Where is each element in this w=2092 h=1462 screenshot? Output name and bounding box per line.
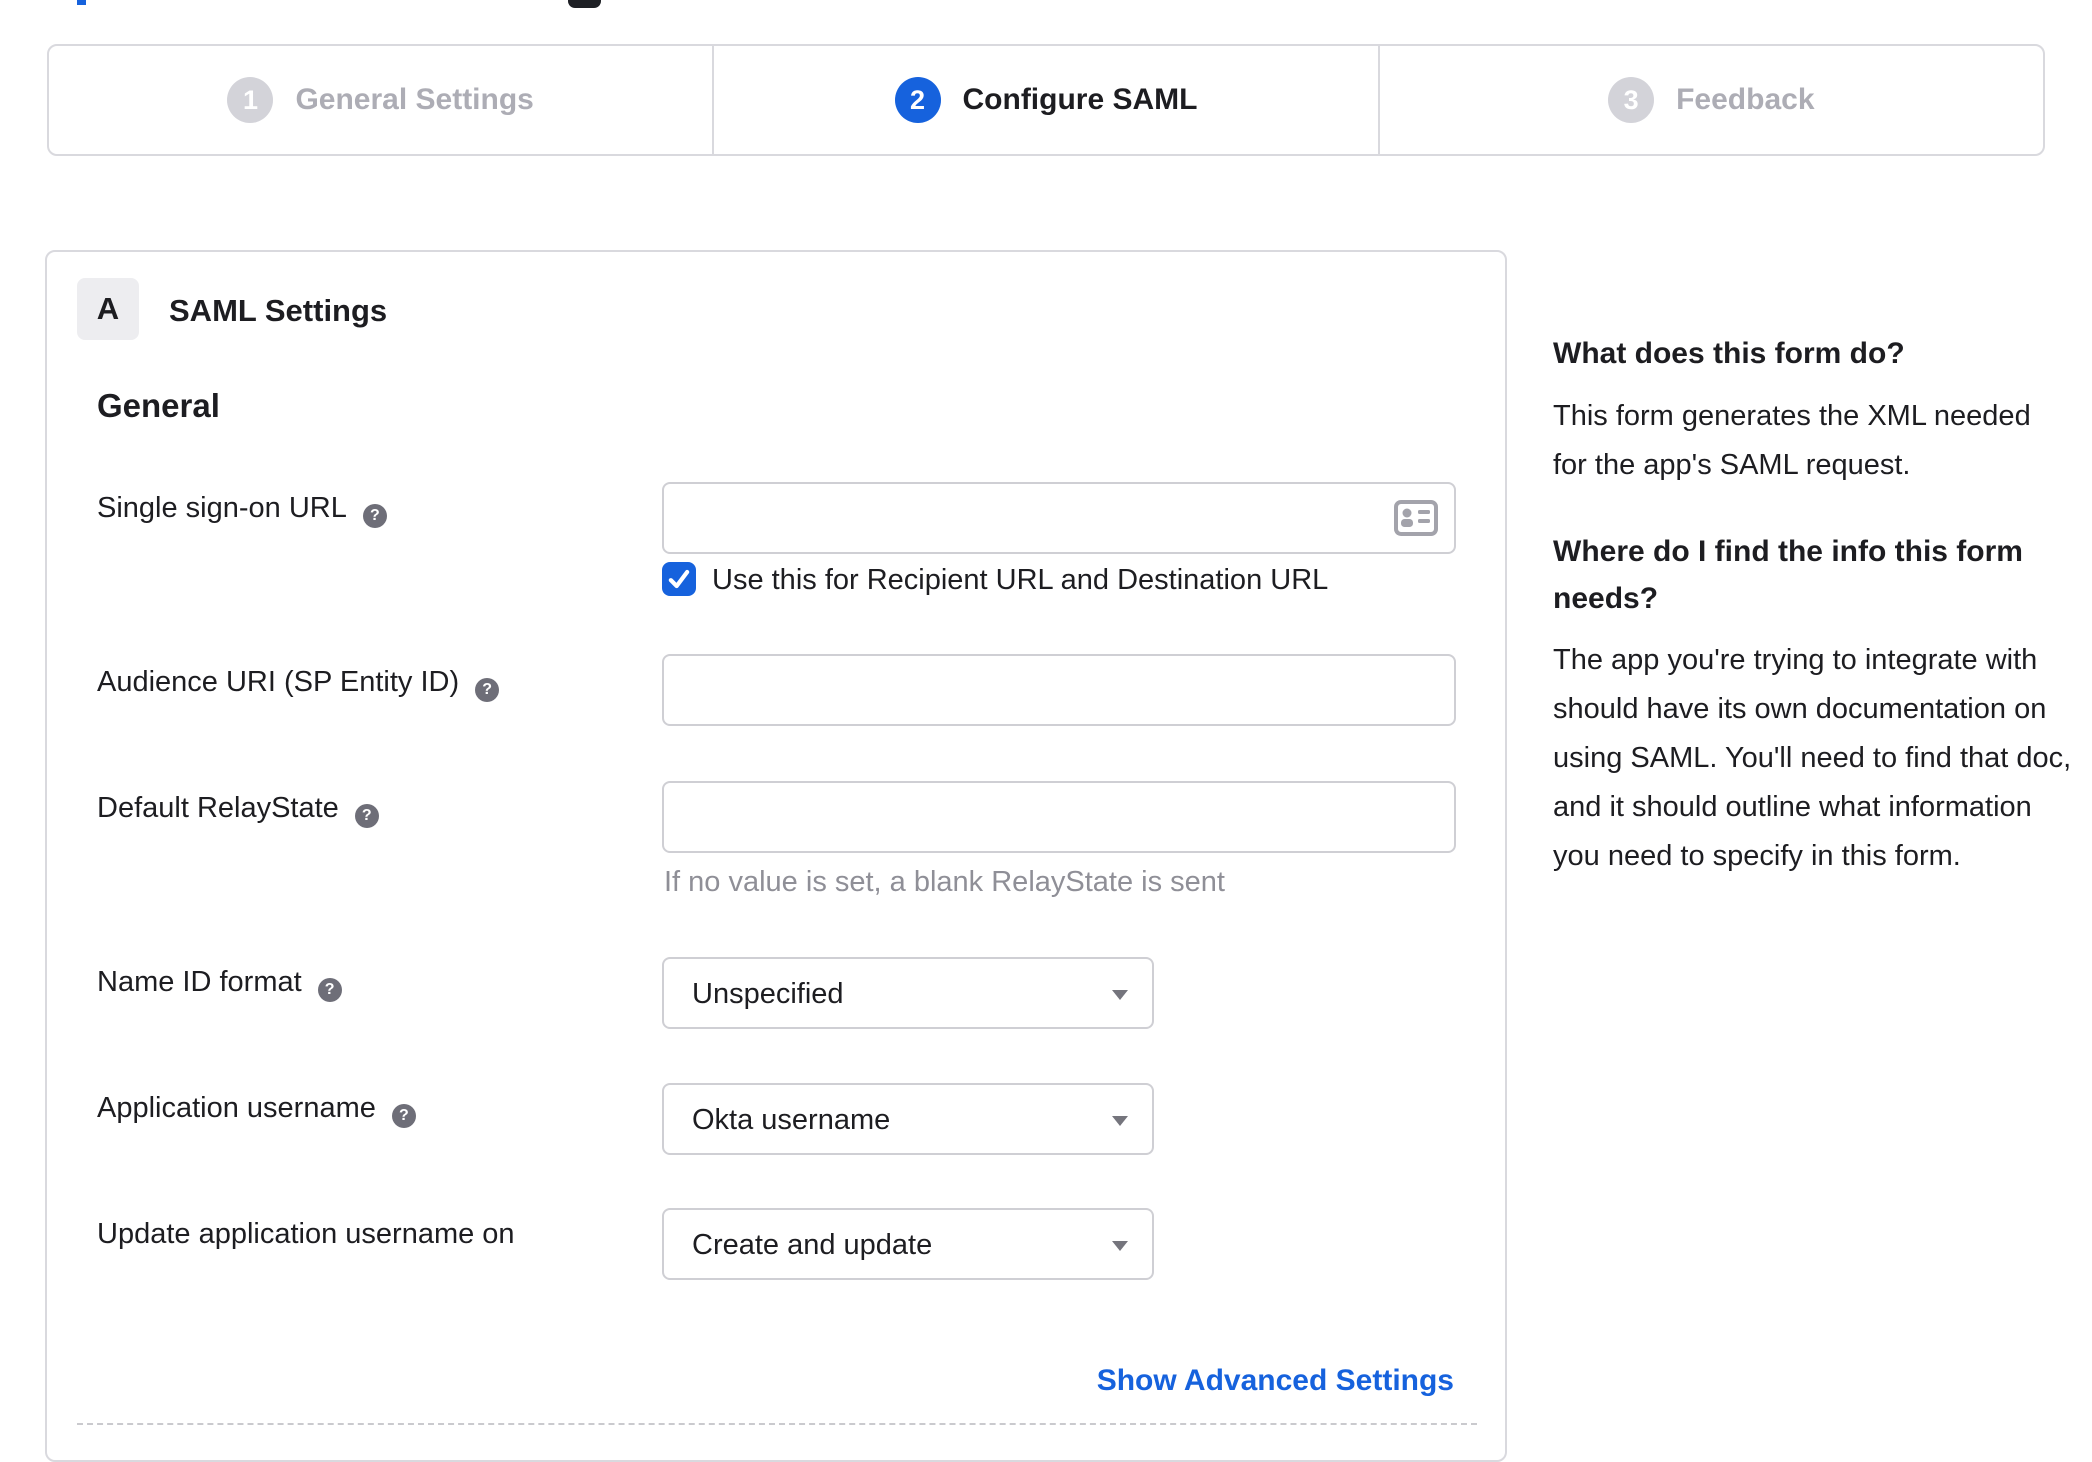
relaystate-label: Default RelayState? [97, 792, 379, 828]
step-number-badge: 3 [1608, 77, 1655, 123]
step-label: Configure SAML [962, 83, 1198, 116]
nameid-format-select[interactable]: Unspecified [662, 957, 1154, 1029]
step-label: General Settings [295, 83, 534, 116]
sso-url-label: Single sign-on URL? [97, 492, 387, 528]
relaystate-input[interactable] [662, 781, 1456, 853]
step-feedback[interactable]: 3 Feedback [1377, 46, 2043, 154]
show-advanced-settings-link[interactable]: Show Advanced Settings [1097, 1364, 1454, 1398]
nameid-format-value: Unspecified [692, 978, 844, 1010]
check-icon [668, 569, 690, 589]
app-username-label: Application username? [97, 1092, 416, 1128]
chevron-down-icon [1112, 1241, 1128, 1251]
step-configure-saml[interactable]: 2 Configure SAML [712, 46, 1377, 154]
step-number-badge: 1 [227, 77, 274, 123]
general-section-heading: General [97, 387, 220, 424]
sso-url-input-wrap [662, 482, 1456, 554]
help-icon[interactable]: ? [354, 804, 379, 828]
sidebar-heading-where: Where do I find the info this form needs… [1553, 535, 2023, 615]
step-general-settings[interactable]: 1 General Settings [49, 46, 712, 154]
sidebar-paragraph-where: The app you're trying to integrate with … [1553, 644, 2072, 872]
update-username-label: Update application username on [97, 1218, 515, 1250]
step-number-badge: 2 [894, 77, 941, 123]
sso-url-input[interactable] [662, 482, 1456, 554]
wizard-stepper: 1 General Settings 2 Configure SAML 3 Fe… [47, 44, 2045, 156]
update-username-value: Create and update [692, 1229, 933, 1261]
section-divider [77, 1423, 1477, 1425]
recipient-url-checkbox-label[interactable]: Use this for Recipient URL and Destinati… [712, 564, 1328, 597]
nameid-format-label: Name ID format? [97, 966, 342, 1002]
chevron-down-icon [1112, 1116, 1128, 1126]
update-username-select[interactable]: Create and update [662, 1208, 1154, 1280]
recipient-url-checkbox[interactable] [662, 562, 696, 596]
section-a-badge: A [77, 278, 139, 340]
panel-title: SAML Settings [169, 293, 388, 328]
audience-uri-label: Audience URI (SP Entity ID)? [97, 666, 500, 702]
help-icon[interactable]: ? [391, 1104, 416, 1128]
help-icon[interactable]: ? [317, 978, 342, 1002]
help-icon[interactable]: ? [475, 678, 500, 702]
cropped-app-icon-fragment [568, 0, 601, 8]
app-username-select[interactable]: Okta username [662, 1083, 1154, 1155]
step-label: Feedback [1676, 83, 1815, 116]
sidebar-paragraph-what: This form generates the XML needed for t… [1553, 400, 2031, 481]
app-username-value: Okta username [692, 1104, 891, 1136]
contact-card-icon[interactable] [1394, 500, 1438, 536]
relaystate-hint: If no value is set, a blank RelayState i… [664, 866, 1225, 898]
sidebar-heading-what: What does this form do? [1553, 337, 1905, 370]
saml-settings-panel: A SAML Settings General Single sign-on U… [45, 250, 1507, 1462]
audience-uri-input[interactable] [662, 654, 1456, 726]
cropped-logo-fragment [77, 0, 86, 5]
chevron-down-icon [1112, 990, 1128, 1000]
help-icon[interactable]: ? [362, 504, 387, 528]
